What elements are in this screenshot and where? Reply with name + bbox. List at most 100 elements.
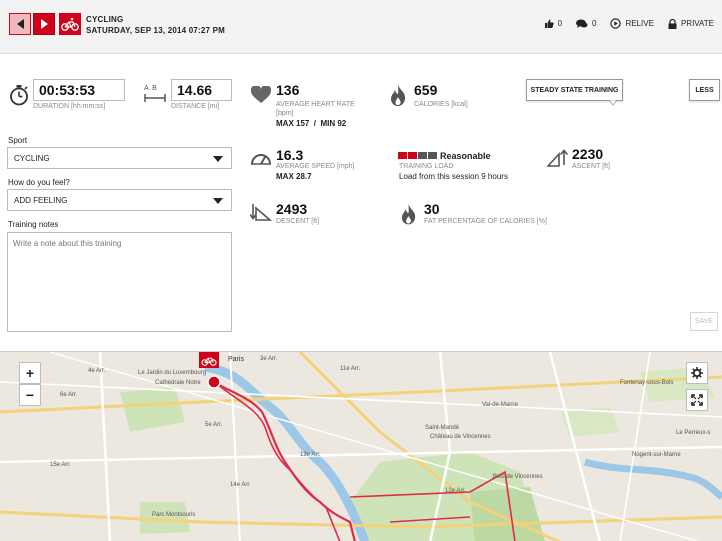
map-label: 14e Arr. — [230, 482, 251, 488]
relive-button[interactable]: RELIVE — [610, 18, 654, 29]
sport-label: Sport — [8, 136, 28, 145]
speed-label: AVERAGE SPEED [mph] — [276, 163, 355, 170]
chevron-down-icon — [213, 156, 223, 162]
activity-sport-title: CYCLING — [86, 15, 124, 24]
map-label: 5e Arr. — [205, 422, 223, 428]
comments-count: 0 — [592, 19, 597, 28]
bicycle-icon — [59, 13, 81, 35]
map-tiles — [0, 352, 722, 541]
training-load-segment-1 — [398, 152, 407, 159]
training-notes-input[interactable] — [7, 232, 232, 332]
thumbs-up-icon — [544, 19, 554, 28]
arrow-left-icon — [16, 19, 24, 29]
training-load-bar — [398, 152, 438, 159]
training-load-segment-3 — [418, 152, 427, 159]
map-label: 15e Arr. — [50, 462, 71, 468]
relive-label: RELIVE — [625, 19, 654, 28]
map-label-paris: Paris — [228, 356, 244, 363]
map-label: 12e Arr. — [445, 488, 466, 494]
speed-max: MAX 28.7 — [276, 172, 312, 181]
heart-rate-max-min: MAX 157 / MIN 92 — [276, 119, 347, 128]
map-label: Parc Montsouris — [152, 512, 196, 518]
training-load-recovery: Load from this session 9 hours — [399, 172, 508, 181]
ascent-icon — [547, 149, 569, 167]
calories-label: CALORIES [kcal] — [414, 101, 468, 108]
sport-select[interactable]: CYCLING — [7, 147, 232, 169]
chevron-down-icon — [213, 198, 223, 204]
tooltip-arrow-icon — [609, 100, 617, 106]
map-label: Saint-Mandé — [425, 425, 460, 431]
fullscreen-icon — [691, 394, 703, 406]
map-label: Château de Vincennes — [430, 434, 491, 440]
distance-label: DISTANCE [mi] — [171, 103, 220, 110]
previous-activity-button[interactable] — [9, 13, 31, 35]
map-label: Le Perreux-s — [676, 430, 711, 436]
likes-count: 0 — [557, 19, 563, 28]
descent-icon — [250, 204, 272, 221]
feeling-label: How do you feel? — [8, 178, 70, 187]
stopwatch-icon — [10, 85, 28, 106]
heart-icon — [251, 86, 271, 103]
map-label: Fontenay-sous-Bois — [620, 380, 674, 386]
duration-label: DURATION [hh:mm:ss] — [33, 103, 106, 110]
training-load-segment-4 — [428, 152, 437, 159]
training-type-button[interactable]: STEADY STATE TRAINING — [526, 79, 623, 101]
route-start-bicycle-icon[interactable] — [199, 352, 219, 368]
training-load-rating: Reasonable — [440, 151, 491, 161]
fat-label: FAT PERCENTAGE OF CALORIES [%] — [424, 218, 547, 225]
play-circle-icon — [610, 18, 622, 29]
distance-value: 14.66 — [171, 79, 232, 101]
map-label: Nogent-sur-Marne — [632, 452, 681, 458]
heart-rate-value: 136 — [276, 82, 300, 98]
heart-rate-unit: [bpm] — [276, 110, 294, 117]
feeling-select[interactable]: ADD FEELING — [7, 189, 232, 211]
fat-value: 30 — [424, 201, 440, 217]
comment-icon — [576, 19, 588, 28]
heart-rate-label: AVERAGE HEART RATE — [276, 101, 355, 108]
map-label: Bois de Vincennes — [493, 474, 543, 480]
ascent-value: 2230 — [572, 146, 604, 162]
map-label: 13e Arr. — [300, 452, 321, 458]
map-label: Val-de-Marne — [482, 402, 518, 408]
sport-select-value: CYCLING — [14, 153, 50, 163]
save-button[interactable]: SAVE — [690, 312, 718, 331]
header-actions: 0 0 RELIVE PRIVATE — [530, 18, 714, 29]
duration-value: 00:53:53 — [33, 79, 125, 101]
map-label: 3e Arr. — [260, 356, 278, 362]
less-button[interactable]: LESS — [689, 79, 720, 101]
next-activity-button[interactable] — [33, 13, 55, 35]
descent-value: 2493 — [276, 201, 308, 217]
zoom-in-button[interactable]: + — [19, 362, 41, 384]
lock-icon — [668, 18, 677, 29]
map-label: 11e Arr. — [340, 366, 361, 372]
activity-date: SATURDAY, SEP 13, 2014 07:27 PM — [86, 26, 226, 35]
activity-header: CYCLING SATURDAY, SEP 13, 2014 07:27 PM … — [0, 0, 722, 54]
gear-icon — [691, 367, 703, 379]
distance-icon-text: A B — [144, 85, 157, 92]
training-load-label: TRAINING LOAD — [399, 163, 454, 170]
map-label: Le Jardin du Luxembourg — [138, 370, 207, 376]
zoom-out-button[interactable]: − — [19, 384, 41, 406]
route-map[interactable]: Paris Le Jardin du Luxembourg Cathédrale… — [0, 351, 722, 541]
distance-icon: A B — [144, 85, 168, 103]
fat-flame-icon — [401, 203, 416, 225]
map-settings-button[interactable] — [686, 362, 708, 384]
feeling-select-value: ADD FEELING — [14, 195, 68, 205]
speedometer-icon — [251, 154, 271, 165]
descent-label: DESCENT [ft] — [276, 218, 320, 225]
notes-label: Training notes — [8, 220, 59, 229]
speed-value: 16.3 — [276, 147, 304, 163]
map-label: 4e Arr. — [88, 368, 106, 374]
training-load-segment-2 — [408, 152, 417, 159]
arrow-right-icon — [40, 19, 48, 29]
like-button[interactable]: 0 — [544, 19, 562, 29]
ascent-label: ASCENT [ft] — [572, 163, 610, 170]
privacy-label: PRIVATE — [680, 19, 714, 28]
privacy-button[interactable]: PRIVATE — [668, 18, 714, 29]
map-label: Cathédrale Notre — [155, 380, 201, 386]
calories-value: 659 — [414, 82, 438, 98]
map-fullscreen-button[interactable] — [686, 389, 708, 411]
flame-icon — [391, 84, 406, 106]
map-label: 6e Arr. — [60, 392, 78, 398]
comments-button[interactable]: 0 — [576, 19, 596, 29]
